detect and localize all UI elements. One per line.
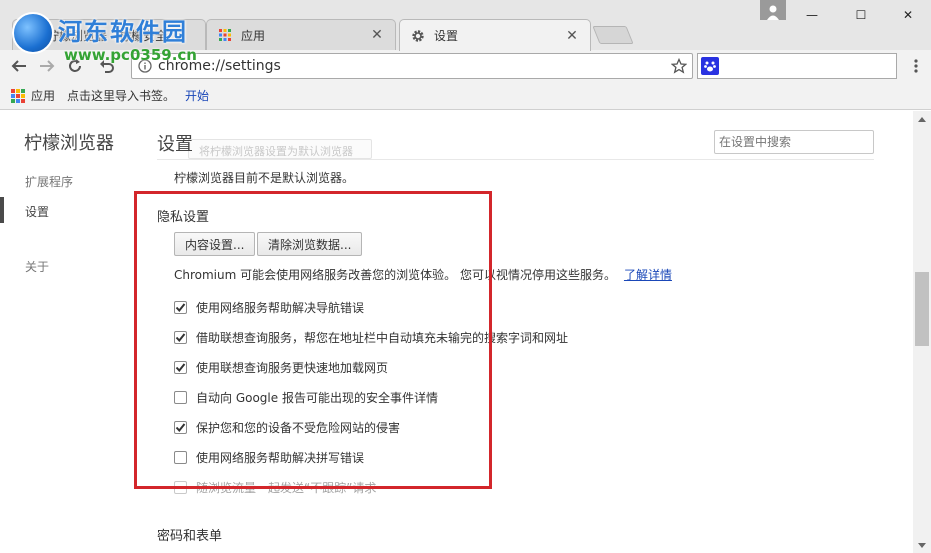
- settings-page: 柠檬浏览器 扩展程序 设置 关于 将柠檬浏览器设置为默认浏览器 设置 柠檬浏览器…: [0, 111, 913, 553]
- apps-grid-icon: [11, 88, 25, 103]
- close-window-button[interactable]: ✕: [885, 0, 931, 30]
- undo-icon: [100, 60, 114, 73]
- user-profile-button[interactable]: [760, 0, 786, 20]
- reload-icon: [69, 59, 81, 72]
- lemon-icon: [23, 27, 39, 43]
- address-text: chrome://settings: [158, 58, 281, 74]
- undo-close-button[interactable]: [96, 55, 118, 77]
- close-icon[interactable]: ✕: [564, 28, 580, 44]
- settings-search-input[interactable]: [714, 130, 874, 154]
- address-bar[interactable]: chrome://settings: [131, 53, 693, 79]
- close-icon[interactable]: ✕: [369, 27, 385, 43]
- bookmarks-bar: 应用 点击这里导入书签。 开始: [0, 82, 931, 110]
- scroll-down-arrow-icon[interactable]: [913, 538, 931, 552]
- sidebar-title: 柠檬浏览器: [24, 133, 114, 154]
- passwords-section-title: 密码和表单: [157, 529, 223, 544]
- tab-lemon[interactable]: 柠檬浏览器 - 柠檬安全: [12, 19, 206, 50]
- set-default-browser-button[interactable]: 将柠檬浏览器设置为默认浏览器: [188, 139, 372, 159]
- sidebar-item-settings[interactable]: 设置: [25, 203, 49, 220]
- toolbar: chrome://settings: [0, 50, 931, 82]
- menu-button[interactable]: [906, 55, 926, 77]
- minimize-button[interactable]: —: [789, 0, 835, 30]
- bookmark-apps-label: 应用: [31, 89, 56, 103]
- scroll-up-arrow-icon[interactable]: [913, 112, 931, 126]
- page-title: 设置: [157, 134, 193, 155]
- forward-button[interactable]: [36, 55, 58, 77]
- forward-arrow-icon: [40, 60, 55, 72]
- sidebar-item-about[interactable]: 关于: [25, 258, 49, 275]
- baidu-paw-icon: [701, 57, 719, 75]
- bookmark-star-icon[interactable]: [666, 58, 692, 74]
- more-vert-icon: [914, 59, 918, 73]
- tab-settings[interactable]: 设置 ✕: [399, 19, 591, 51]
- scrollbar-thumb[interactable]: [915, 272, 929, 346]
- learn-more-link[interactable]: 了解详情: [624, 268, 672, 282]
- sidebar-active-marker: [0, 197, 4, 223]
- new-tab-button[interactable]: [592, 26, 634, 44]
- tab-title: 应用: [241, 28, 266, 43]
- bookmark-start-link[interactable]: 开始: [185, 87, 209, 104]
- red-highlight-box: [134, 191, 492, 489]
- tab-title: 设置: [434, 29, 459, 43]
- apps-icon: [217, 27, 233, 43]
- info-icon[interactable]: [132, 59, 158, 73]
- back-button[interactable]: [8, 55, 30, 77]
- header-divider: [157, 159, 874, 160]
- title-bar: 柠檬浏览器 - 柠檬安全 应用 ✕ 设置 ✕ — ☐ ✕: [0, 0, 931, 51]
- bookmark-apps[interactable]: 应用: [11, 87, 55, 104]
- search-engine-box[interactable]: [697, 53, 897, 79]
- default-browser-status: 柠檬浏览器目前不是默认浏览器。: [174, 171, 355, 185]
- tab-apps[interactable]: 应用 ✕: [206, 19, 396, 50]
- back-arrow-icon: [11, 60, 26, 72]
- tab-title: 柠檬浏览器 - 柠檬安全: [47, 28, 167, 43]
- gear-icon: [410, 28, 426, 44]
- maximize-button[interactable]: ☐: [838, 0, 884, 30]
- reload-button[interactable]: [64, 55, 86, 77]
- sidebar-item-extensions[interactable]: 扩展程序: [25, 173, 73, 190]
- user-icon: [767, 5, 779, 20]
- bookmark-import-hint: 点击这里导入书签。: [67, 89, 176, 103]
